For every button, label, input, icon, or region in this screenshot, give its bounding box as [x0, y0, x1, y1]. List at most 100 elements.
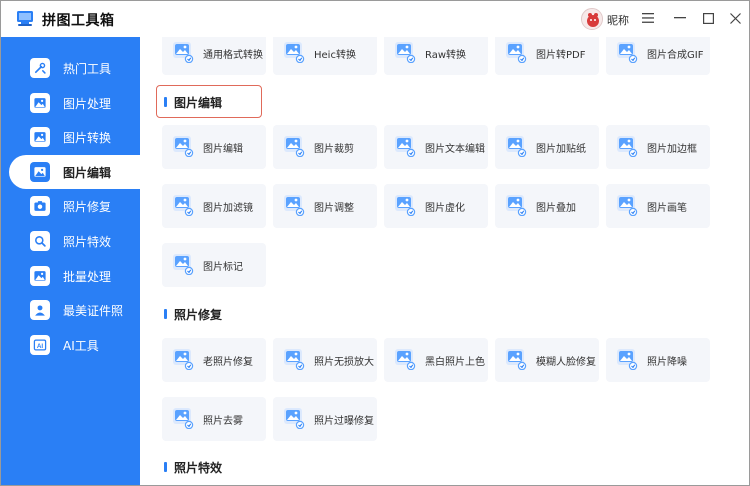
tool-tile-top-2[interactable]: Heic转换	[273, 37, 377, 75]
old-photo-repair-icon	[173, 349, 194, 370]
sidebar-item-label: 热门工具	[63, 62, 112, 76]
sidebar-item-5[interactable]: 照片修复	[1, 189, 140, 223]
maximize-icon[interactable]	[699, 9, 717, 27]
menu-icon[interactable]	[639, 9, 657, 27]
minimize-icon[interactable]	[671, 9, 689, 27]
sidebar-item-4[interactable]: 图片编辑	[9, 154, 149, 189]
sidebar-item-label: 图片处理	[63, 96, 112, 111]
tool-tile-1-5[interactable]: 图片加边框	[606, 125, 710, 169]
sidebar-item-label: 照片特效	[63, 235, 112, 249]
sidebar-item-label: 最美证件照	[63, 304, 124, 319]
heic-convert-icon	[284, 42, 305, 63]
tool-tile-2-6[interactable]: 照片去雾	[162, 397, 266, 441]
ai-tools-icon: AI	[30, 334, 50, 355]
tool-label: 通用格式转换	[203, 50, 263, 61]
photo-repair-icon	[30, 196, 50, 217]
tool-tile-2-2[interactable]: 照片无损放大	[273, 338, 377, 382]
section-marker	[164, 309, 167, 319]
tool-tile-top-1[interactable]: 通用格式转换	[162, 37, 266, 75]
tool-label: 图片编辑	[203, 144, 243, 155]
image-to-pdf-icon	[506, 42, 527, 63]
scrollbar[interactable]	[743, 37, 749, 485]
tool-tile-1-11[interactable]: 图片标记	[162, 243, 266, 287]
tool-tile-1-9[interactable]: 图片叠加	[495, 184, 599, 228]
sidebar-item-6[interactable]: 照片特效	[1, 224, 140, 258]
image-brush-icon	[617, 195, 638, 216]
app-logo-icon	[17, 11, 33, 26]
sidebar: 热门工具图片处理图片转换图片编辑照片修复照片特效批量处理最美证件照 AI AI工具	[1, 37, 149, 485]
tool-label: 老照片修复	[203, 357, 253, 368]
tool-tile-1-3[interactable]: 图片文本编辑	[384, 125, 488, 169]
image-convert-icon	[30, 127, 50, 148]
tool-tile-1-2[interactable]: 图片裁剪	[273, 125, 377, 169]
tool-label: 图片转PDF	[536, 50, 586, 61]
tool-label: 照片无损放大	[314, 357, 374, 368]
section-title-3: 照片特效	[174, 461, 223, 475]
tool-tile-1-7[interactable]: 图片调整	[273, 184, 377, 228]
tool-label: 图片加贴纸	[536, 144, 586, 155]
title-bar: 拼图工具箱 昵称	[1, 1, 749, 37]
username[interactable]: 昵称	[607, 12, 629, 28]
sidebar-item-1[interactable]: 热门工具	[1, 51, 140, 85]
tool-tile-1-8[interactable]: 图片虚化	[384, 184, 488, 228]
tool-tile-top-5[interactable]: 图片合成GIF	[606, 37, 710, 75]
image-edit-tool-icon	[173, 136, 194, 157]
tool-tile-2-3[interactable]: 黑白照片上色	[384, 338, 488, 382]
sidebar-item-7[interactable]: 批量处理	[1, 259, 140, 293]
sidebar-item-3[interactable]: 图片转换	[1, 120, 140, 154]
image-overlay-icon	[506, 195, 527, 216]
tool-tile-2-4[interactable]: 模糊人脸修复	[495, 338, 599, 382]
image-border-icon	[617, 136, 638, 157]
tool-tile-1-10[interactable]: 图片画笔	[606, 184, 710, 228]
tool-label: Heic转换	[314, 50, 356, 61]
image-edit-icon	[30, 161, 50, 182]
sidebar-item-2[interactable]: 图片处理	[1, 86, 140, 120]
section-title-2: 照片修复	[174, 308, 223, 322]
image-mark-icon	[173, 254, 194, 275]
app-title: 拼图工具箱	[42, 13, 115, 29]
close-icon[interactable]	[726, 9, 744, 27]
batch-process-icon	[30, 265, 50, 286]
raw-convert-icon	[395, 42, 416, 63]
main-content: 通用格式转换 Heic转换 Raw转换 图片转PDF 图片合成GIF 图片编辑 图片编辑 图片…	[140, 37, 749, 485]
format-convert-icon	[173, 42, 194, 63]
tool-tile-2-7[interactable]: 照片过曝修复	[273, 397, 377, 441]
image-sticker-icon	[506, 136, 527, 157]
tool-label: 照片去雾	[203, 416, 243, 427]
tool-label: Raw转换	[425, 50, 467, 61]
app-window: 拼图工具箱 昵称 热门工具 图片处理 图片转换 图片编辑 照片修复 照片特效 批量处理 最美	[0, 0, 750, 486]
tool-label: 图片文本编辑	[425, 144, 485, 155]
avatar-icon	[582, 9, 602, 29]
tool-tile-1-6[interactable]: 图片加滤镜	[162, 184, 266, 228]
sidebar-item-8[interactable]: 最美证件照	[1, 293, 140, 327]
image-crop-icon	[284, 136, 305, 157]
tool-label: 照片过曝修复	[314, 416, 374, 427]
face-restore-icon	[506, 349, 527, 370]
tool-tile-top-3[interactable]: Raw转换	[384, 37, 488, 75]
image-blur-icon	[395, 195, 416, 216]
sidebar-item-label: AI工具	[63, 338, 99, 353]
tool-tile-top-4[interactable]: 图片转PDF	[495, 37, 599, 75]
tool-tile-1-4[interactable]: 图片加贴纸	[495, 125, 599, 169]
sidebar-item-label: 图片编辑	[63, 165, 112, 180]
sidebar-item-label: 照片修复	[63, 200, 112, 215]
tool-label: 图片调整	[314, 203, 354, 214]
tool-tile-2-5[interactable]: 照片降噪	[606, 338, 710, 382]
image-process-icon	[30, 92, 50, 113]
tool-tile-1-1[interactable]: 图片编辑	[162, 125, 266, 169]
tool-label: 图片叠加	[536, 203, 576, 214]
photo-dehaze-icon	[173, 408, 194, 429]
user-avatar[interactable]	[581, 8, 603, 30]
sidebar-item-label: 批量处理	[63, 269, 112, 284]
image-text-edit-icon	[395, 136, 416, 157]
tool-label: 图片虚化	[425, 203, 465, 214]
sidebar-item-label: 图片转换	[63, 131, 112, 146]
tool-tile-2-1[interactable]: 老照片修复	[162, 338, 266, 382]
photo-colorize-icon	[395, 349, 416, 370]
tool-label: 图片合成GIF	[647, 50, 704, 61]
section-marker	[164, 97, 167, 107]
svg-text:AI: AI	[37, 343, 44, 350]
image-filter-icon	[173, 195, 194, 216]
tool-label: 图片加滤镜	[203, 203, 253, 214]
sidebar-item-9[interactable]: AI AI工具	[1, 328, 140, 362]
